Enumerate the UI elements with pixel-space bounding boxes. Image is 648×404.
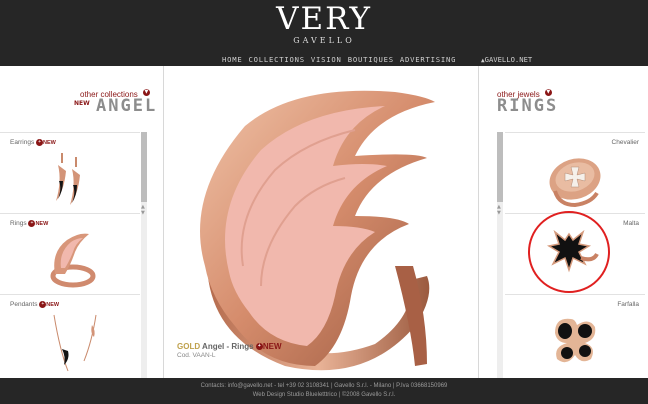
- scroll-arrows-icon[interactable]: ▲ ▼: [141, 204, 145, 216]
- main-nav: HOME COLLECTIONS VISION BOUTIQUES ADVERT…: [222, 55, 456, 64]
- nav-collections[interactable]: COLLECTIONS: [249, 55, 305, 64]
- plus-icon: +: [36, 139, 44, 146]
- collection-panel: other collections ▼ NEW ANGEL Earrings +…: [0, 66, 164, 378]
- chevalier-ring-image: [549, 158, 601, 208]
- product-caption: GOLD Angel - Rings + NEW Cod. VAAN-L: [177, 342, 282, 359]
- new-badge: NEW: [262, 342, 282, 351]
- site-footer: Contacts: info@gavello.net - tel +39 02 …: [0, 378, 648, 404]
- chevron-down-icon: ▼: [142, 89, 150, 96]
- new-badge: NEW: [74, 100, 90, 107]
- gavello-net-link[interactable]: ▲GAVELLO.NET: [481, 55, 532, 64]
- plus-icon: +: [255, 343, 263, 351]
- footer-credits: Web Design Studio Blueletttrico | ©2008 …: [252, 392, 396, 398]
- footer-contacts: Contacts: info@gavello.net - tel +39 02 …: [200, 383, 448, 389]
- malta-ring-image: [528, 211, 610, 293]
- product-viewer: GOLD Angel - Rings + NEW Cod. VAAN-L: [165, 66, 477, 378]
- farfalla-ring-image: [555, 318, 596, 363]
- logo[interactable]: VERY: [0, 2, 648, 36]
- site-header: VERY GAVELLO HOME COLLECTIONS VISION BOU…: [0, 0, 648, 66]
- jewel-scrollbar[interactable]: ▲ ▼: [497, 132, 503, 378]
- product-name: Angel - Rings: [202, 342, 254, 351]
- chevron-down-icon: ▼: [544, 89, 552, 96]
- product-code: Cod. VAAN-L: [177, 352, 216, 359]
- ring-thumbnail-image: [50, 233, 96, 288]
- jewel-type-title: RINGS: [497, 96, 559, 116]
- nav-home[interactable]: HOME: [222, 55, 243, 64]
- collection-title: ANGEL: [96, 96, 158, 116]
- scroll-thumb[interactable]: [141, 132, 147, 202]
- nav-boutiques[interactable]: BOUTIQUES: [348, 55, 394, 64]
- ring-product-image: [200, 90, 435, 371]
- list-item-earrings[interactable]: Earrings + NEW: [0, 132, 140, 213]
- list-item-rings[interactable]: Rings + NEW: [0, 213, 140, 294]
- list-item-pendants[interactable]: Pendants + NEW: [0, 294, 140, 375]
- list-item-chevalier[interactable]: Chevalier: [505, 132, 645, 213]
- list-item-malta[interactable]: Malta: [505, 211, 645, 294]
- list-item-farfalla[interactable]: Farfalla: [505, 294, 645, 375]
- pendant-image: [53, 314, 97, 372]
- nav-vision[interactable]: VISION: [311, 55, 342, 64]
- metal-label: GOLD: [177, 342, 201, 351]
- jewel-type-panel: other jewels ▼ RINGS Chevalier Malta Far…: [478, 66, 648, 378]
- jewel-item-list: Chevalier Malta Farfalla: [505, 132, 645, 378]
- earrings-image: [56, 153, 80, 205]
- scroll-arrows-icon[interactable]: ▲ ▼: [497, 204, 501, 216]
- logo-subtitle: GAVELLO: [293, 36, 355, 45]
- scroll-thumb[interactable]: [497, 132, 503, 202]
- collection-scrollbar[interactable]: ▲ ▼: [141, 132, 147, 378]
- collection-item-list: Earrings + NEW Rings + NEW Pendants + NEW: [0, 132, 140, 378]
- nav-advertising[interactable]: ADVERTISING: [400, 55, 456, 64]
